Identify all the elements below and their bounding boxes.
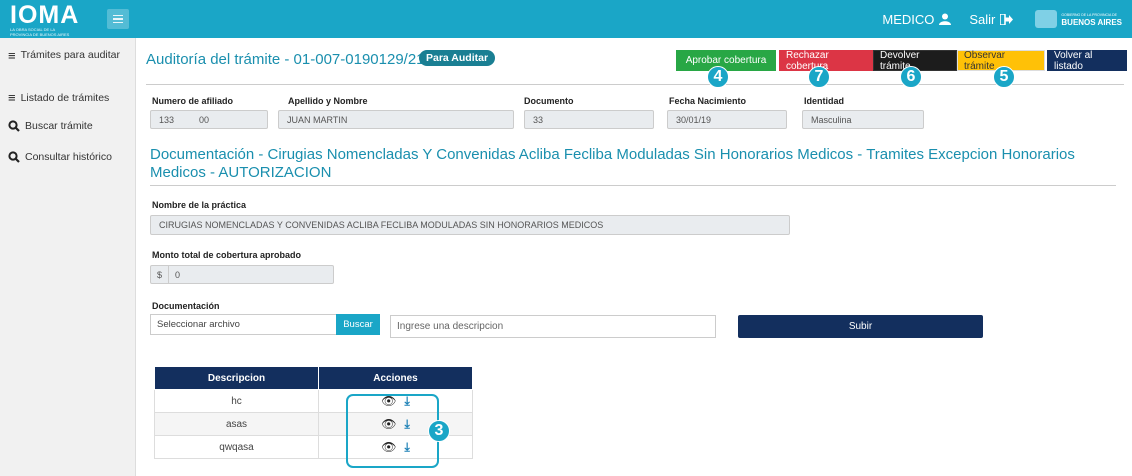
back-to-list-button[interactable]: Volver al listado [1047, 50, 1127, 72]
table-row: hc 👁 ⤓ [154, 389, 473, 413]
callout-7: 7 [808, 66, 830, 88]
identity-label: Identidad [804, 96, 844, 106]
list-icon: ≡ [8, 90, 16, 105]
row-actions: 👁 ⤓ [318, 435, 473, 459]
column-header-actions: Acciones [318, 366, 473, 390]
column-header-description: Descripcion [154, 366, 319, 390]
ba-emblem-icon [1035, 10, 1058, 28]
sidebar-item-listado-de-tramites[interactable]: ≡ Listado de trámites [0, 90, 117, 105]
callout-6: 6 [900, 66, 922, 88]
document-label: Documento [524, 96, 574, 106]
download-icon[interactable]: ⤓ [404, 394, 409, 409]
row-actions: 👁 ⤓ [318, 389, 473, 413]
divider [146, 84, 1124, 85]
buenos-aires-logo: GOBIERNO DE LA PROVINCIA DE BUENOS AIRES [1035, 10, 1122, 28]
sidebar-item-label: Listado de trámites [20, 92, 110, 104]
table-row: asas 👁 ⤓ [154, 412, 473, 436]
coverage-amount-value: 0 [175, 269, 181, 280]
affiliate-number-label: Numero de afiliado [152, 96, 234, 106]
page-title: Auditoría del trámite - 01-007-0190129/2… [146, 51, 425, 68]
callout-5: 5 [993, 66, 1015, 88]
sidebar-item-label: Consultar histórico [25, 151, 112, 163]
status-badge: Para Auditar [419, 50, 496, 66]
birth-date-label: Fecha Nacimiento [669, 96, 747, 106]
top-bar: IOMA LA OBRA SOCIAL DE LA PROVINCIA DE B… [0, 0, 1132, 38]
identity-field: Masculina [802, 110, 924, 129]
currency-symbol: $ [151, 266, 170, 283]
sidebar: ≡ Trámites para auditar ≡ Listado de trá… [0, 38, 136, 476]
view-eye-icon[interactable]: 👁 [381, 394, 396, 408]
birth-date-field: 30/01/19 [667, 110, 787, 129]
callout-3: 3 [428, 420, 450, 442]
search-icon [8, 151, 20, 163]
sidebar-item-label: Trámites para auditar [20, 49, 120, 61]
browse-button[interactable]: Buscar [336, 314, 380, 335]
logo-subtext: LA OBRA SOCIAL DE LA PROVINCIA DE BUENOS… [10, 27, 70, 37]
document-field: 33 [524, 110, 654, 129]
user-icon [939, 13, 952, 25]
logo-text: IOMA [10, 1, 80, 29]
sidebar-item-consultar-historico[interactable]: Consultar histórico [0, 151, 120, 163]
full-name-label: Apellido y Nombre [288, 96, 368, 106]
approve-coverage-button[interactable]: Aprobar cobertura [676, 50, 776, 71]
list-icon: ≡ [8, 48, 16, 63]
row-description: asas [154, 412, 319, 436]
main-content: Auditoría del trámite - 01-007-0190129/2… [136, 38, 1132, 476]
practice-name-field: CIRUGIAS NOMENCLADAS Y CONVENIDAS ACLIBA… [150, 215, 790, 235]
logout-link[interactable]: Salir [969, 11, 1014, 27]
table-row: qwqasa 👁 ⤓ [154, 435, 473, 459]
divider [150, 185, 1116, 186]
search-icon [8, 120, 20, 132]
ioma-logo[interactable]: IOMA LA OBRA SOCIAL DE LA PROVINCIA DE B… [10, 1, 80, 38]
download-icon[interactable]: ⤓ [404, 440, 409, 455]
callout-4: 4 [707, 66, 729, 88]
ba-logo-text: BUENOS AIRES [1061, 18, 1122, 27]
documents-table: Descripcion Acciones hc 👁 ⤓ asas 👁 ⤓ qwqas… [154, 366, 473, 459]
documentation-section-title: Documentación - Cirugias Nomencladas Y C… [150, 146, 1075, 181]
sidebar-item-tramites-para-auditar[interactable]: ≡ Trámites para auditar [0, 48, 130, 63]
view-eye-icon[interactable]: 👁 [381, 417, 396, 431]
coverage-amount-field: $ 0 [150, 265, 334, 284]
description-input[interactable]: Ingrese una descripcion [390, 315, 716, 338]
upload-label: Documentación [152, 301, 220, 311]
practice-name-label: Nombre de la práctica [152, 200, 247, 210]
row-description: qwqasa [154, 435, 319, 459]
sidebar-item-buscar-tramite[interactable]: Buscar trámite [0, 120, 101, 132]
sidebar-item-label: Buscar trámite [25, 120, 93, 132]
download-icon[interactable]: ⤓ [404, 417, 409, 432]
row-description: hc [154, 389, 319, 413]
affiliate-number-field: 133 00 [150, 110, 268, 129]
user-label: MEDICO [882, 11, 935, 27]
user-menu[interactable]: MEDICO [882, 11, 952, 27]
logout-label: Salir [969, 11, 996, 27]
coverage-amount-label: Monto total de cobertura aprobado [152, 250, 302, 260]
full-name-field: JUAN MARTIN [278, 110, 514, 129]
menu-toggle-button[interactable] [107, 9, 129, 29]
view-eye-icon[interactable]: 👁 [381, 440, 396, 454]
upload-submit-button[interactable]: Subir [738, 315, 983, 338]
logout-icon [1000, 13, 1014, 25]
